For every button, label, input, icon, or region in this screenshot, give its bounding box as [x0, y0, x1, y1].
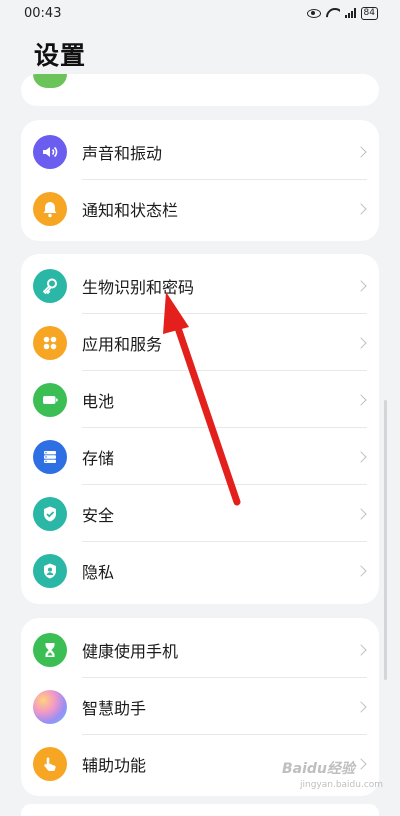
bell-icon	[33, 191, 67, 226]
settings-item-notifications-statusbar[interactable]: 通知和状态栏	[21, 180, 379, 237]
settings-group-system: 生物识别和密码 应用和服务 电池 存储 安全 隐私	[21, 254, 379, 604]
scrollbar[interactable]	[384, 400, 387, 680]
hand-icon	[33, 746, 67, 781]
chevron-right-icon	[355, 450, 367, 463]
partial-item-icon	[33, 74, 67, 88]
settings-item-label: 存储	[82, 448, 115, 468]
storage-icon	[33, 439, 67, 474]
settings-group-sound-notifications: 声音和振动 通知和状态栏	[21, 120, 379, 241]
chevron-right-icon	[355, 202, 367, 215]
settings-item-privacy[interactable]: 隐私	[21, 542, 379, 599]
cellular-signal-icon	[344, 8, 356, 18]
settings-item-label: 辅助功能	[82, 755, 147, 775]
chevron-right-icon	[355, 336, 367, 349]
settings-item-label: 健康使用手机	[82, 641, 179, 661]
assistant-orb-icon	[33, 689, 67, 724]
settings-item-label: 通知和状态栏	[82, 200, 179, 220]
settings-card-partial	[21, 74, 379, 106]
settings-card-next-partial	[21, 804, 379, 816]
shield-check-icon	[33, 496, 67, 531]
chevron-right-icon	[355, 279, 367, 292]
watermark-url: jingyan.baidu.com	[300, 780, 384, 790]
chevron-right-icon	[355, 700, 367, 713]
chevron-right-icon	[355, 393, 367, 406]
privacy-shield-icon	[33, 553, 67, 588]
status-time: 00:43	[24, 5, 62, 21]
settings-item-biometrics-password[interactable]: 生物识别和密码	[21, 257, 379, 314]
battery-level: 84	[363, 8, 375, 18]
chevron-right-icon	[355, 507, 367, 520]
settings-item-label: 电池	[82, 391, 115, 411]
settings-item-label: 智慧助手	[82, 698, 147, 718]
status-icons: 84	[306, 6, 378, 20]
hourglass-icon	[33, 632, 67, 667]
settings-item-label: 隐私	[82, 562, 115, 582]
settings-item-label: 声音和振动	[82, 143, 163, 163]
settings-item-security[interactable]: 安全	[21, 485, 379, 542]
apps-grid-icon	[33, 325, 67, 360]
speaker-icon	[33, 134, 67, 169]
battery-icon	[33, 382, 67, 417]
settings-item-smart-assistant[interactable]: 智慧助手	[21, 678, 379, 735]
status-bar: 00:43 84	[0, 0, 400, 26]
chevron-right-icon	[355, 564, 367, 577]
settings-item-storage[interactable]: 存储	[21, 428, 379, 485]
settings-item-label: 应用和服务	[82, 334, 163, 354]
battery-status-icon: 84	[360, 6, 378, 20]
page-title: 设置	[34, 41, 87, 70]
wifi-icon	[326, 8, 340, 18]
chevron-right-icon	[355, 643, 367, 656]
chevron-right-icon	[355, 757, 367, 770]
settings-item-battery[interactable]: 电池	[21, 371, 379, 428]
eye-comfort-icon	[306, 8, 321, 18]
chevron-right-icon	[355, 145, 367, 158]
settings-item-label: 安全	[82, 505, 115, 525]
key-icon	[33, 268, 67, 303]
settings-item-label: 生物识别和密码	[82, 277, 195, 297]
settings-item-sound-vibration[interactable]: 声音和振动	[21, 123, 379, 180]
watermark-logo: Baidu经验	[282, 761, 355, 777]
settings-item-digital-balance[interactable]: 健康使用手机	[21, 621, 379, 678]
settings-item-apps-services[interactable]: 应用和服务	[21, 314, 379, 371]
